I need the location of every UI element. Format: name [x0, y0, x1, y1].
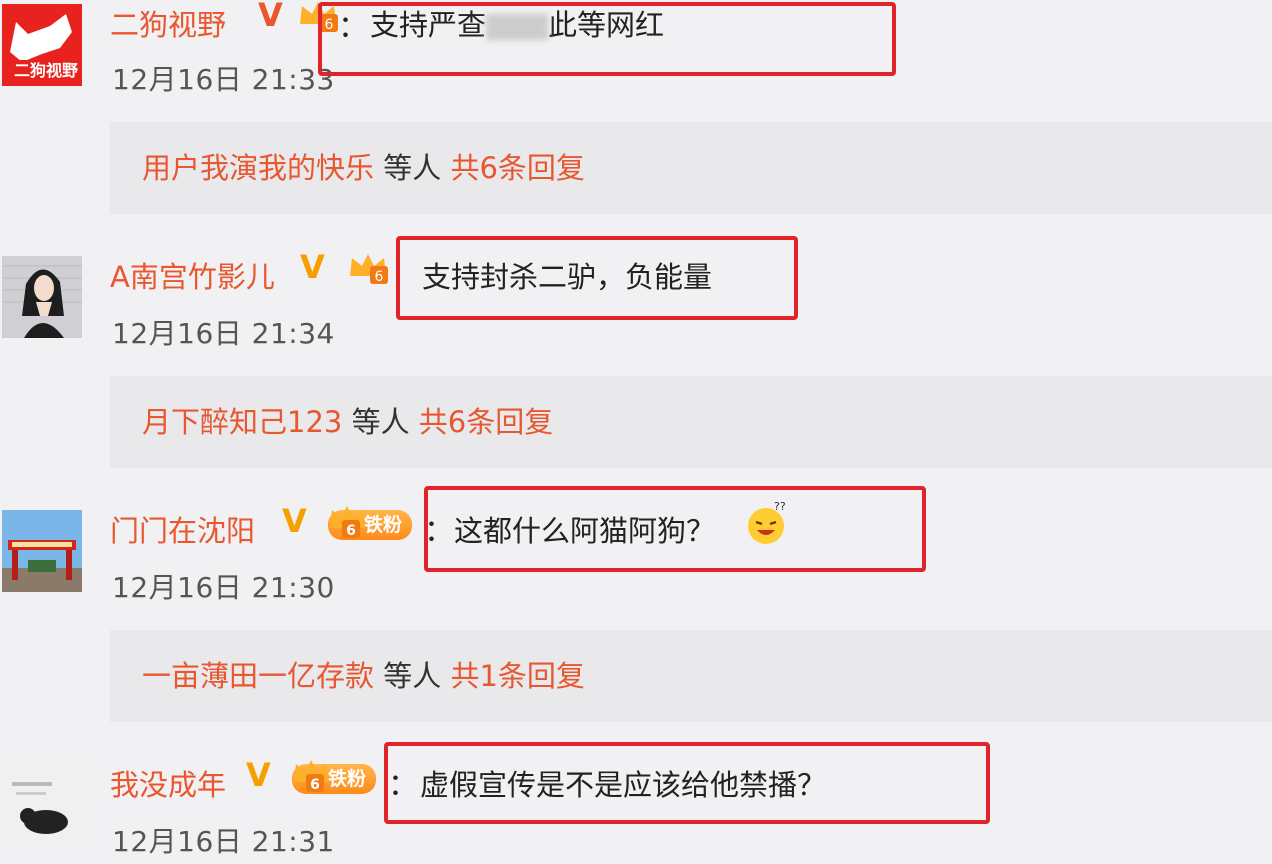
reply-summary[interactable]: 月下醉知己123 等人 共6条回复 [110, 376, 1272, 468]
username[interactable]: 门门在沈阳 [110, 508, 255, 550]
username[interactable]: 我没成年 [110, 762, 226, 804]
comment-item: 二狗视野 二狗视野 V 6 ： 支持严查 此等网红 12月16日 21:33 [0, 0, 1272, 110]
reply-mid-text: 等人 [374, 659, 451, 693]
reply-mid-text: 等人 [374, 151, 451, 185]
reply-summary[interactable]: 一亩薄田一亿存款 等人 共1条回复 [110, 630, 1272, 722]
reply-count-link[interactable]: 共6条回复 [450, 151, 584, 185]
timestamp: 12月16日 21:30 [112, 571, 335, 604]
reply-user-link[interactable]: 一亩薄田一亿存款 [142, 659, 374, 693]
girl-portrait-icon [2, 256, 82, 338]
avatar[interactable] [2, 510, 82, 592]
crown-level-icon: 6 [294, 760, 328, 793]
fan-badge: 6 铁粉 [292, 760, 377, 794]
highlight-box [384, 742, 990, 824]
reply-user-link[interactable]: 用户我演我的快乐 [142, 151, 374, 185]
crown-level-icon: 6 [350, 254, 388, 285]
highlight-box [318, 2, 896, 76]
dog-logo-icon: 二狗视野 [8, 14, 78, 80]
avatar[interactable] [2, 764, 82, 846]
highlight-box [396, 236, 798, 320]
verified-v-icon: V [300, 248, 325, 286]
reply-summary[interactable]: 用户我演我的快乐 等人 共6条回复 [110, 122, 1272, 214]
username[interactable]: A南宫竹影儿 [110, 254, 275, 296]
verified-v-icon: V [282, 502, 307, 540]
fan-badge: 6 铁粉 [328, 506, 413, 540]
timestamp: 12月16日 21:34 [112, 317, 335, 350]
reply-count-link[interactable]: 共6条回复 [419, 405, 553, 439]
verified-v-icon: V [258, 0, 283, 34]
comment-item: A南宫竹影儿 V 6 支持封杀二驴，负能量 12月16日 21:34 [0, 236, 1272, 356]
fan-label: 铁粉 [364, 514, 403, 536]
highlight-box [424, 486, 926, 572]
verified-v-icon: V [246, 756, 271, 794]
reply-count-link[interactable]: 共1条回复 [450, 659, 584, 693]
reply-user-link[interactable]: 月下醉知己123 [142, 405, 342, 439]
avatar[interactable]: 二狗视野 [2, 4, 82, 86]
fan-label: 铁粉 [328, 768, 367, 790]
comment-item: 我没成年 V 6 铁粉 ： 虚假宣传是不是应该给他禁播？ 12月16日 21:3… [0, 740, 1272, 864]
cartoon-pig-icon [2, 764, 82, 846]
city-gate-icon [2, 510, 82, 592]
timestamp: 12月16日 21:33 [112, 63, 335, 96]
crown-level-icon: 6 [330, 506, 364, 539]
timestamp: 12月16日 21:31 [112, 825, 335, 858]
svg-text:6: 6 [375, 269, 384, 285]
reply-mid-text: 等人 [342, 405, 419, 439]
comment-item: 门门在沈阳 V 6 铁粉 ： 这都什么阿猫阿狗？ ?? 12月16日 21:30 [0, 486, 1272, 606]
svg-text:6: 6 [310, 777, 320, 793]
svg-text:6: 6 [346, 523, 356, 539]
avatar[interactable] [2, 256, 82, 338]
username[interactable]: 二狗视野 [110, 2, 226, 44]
svg-text:二狗视野: 二狗视野 [14, 61, 78, 80]
